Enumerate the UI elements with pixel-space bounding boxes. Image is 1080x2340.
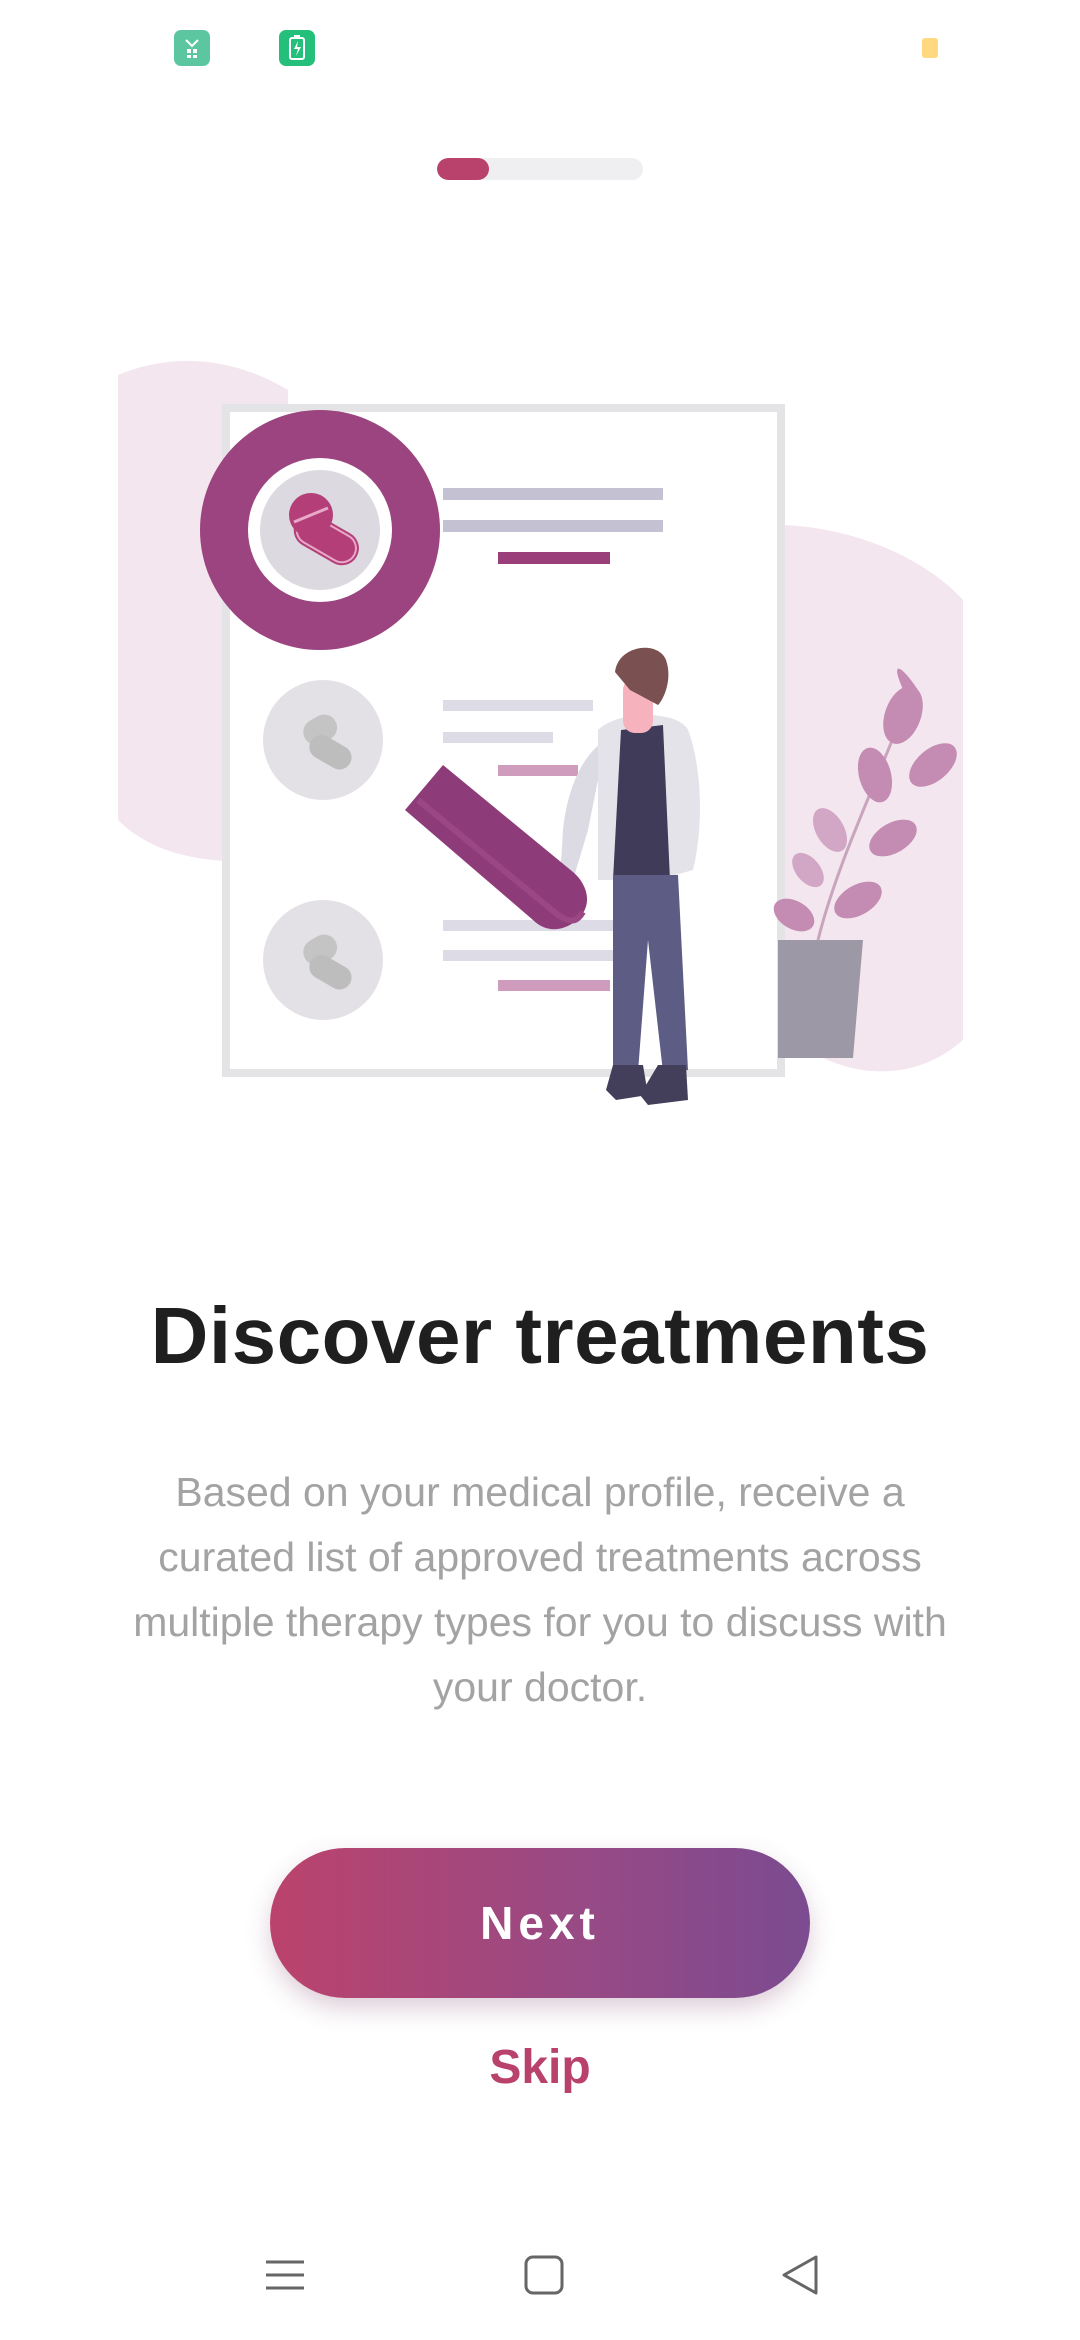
treatment-search-illustration — [118, 360, 963, 1105]
page-description: Based on your medical profile, receive a… — [133, 1469, 947, 1710]
notification-dot — [922, 38, 938, 58]
home-icon[interactable] — [514, 2250, 574, 2300]
skip-button[interactable]: Skip — [0, 2040, 1080, 2095]
back-icon[interactable] — [772, 2250, 832, 2300]
battery-saver-icon — [279, 30, 315, 66]
app-icon — [174, 30, 210, 66]
progress-fill — [437, 158, 489, 180]
onboarding-progress — [437, 158, 643, 180]
next-button[interactable]: Next — [270, 1848, 810, 1998]
page-title: Discover treatments — [150, 1291, 930, 1380]
menu-icon[interactable] — [256, 2250, 316, 2300]
